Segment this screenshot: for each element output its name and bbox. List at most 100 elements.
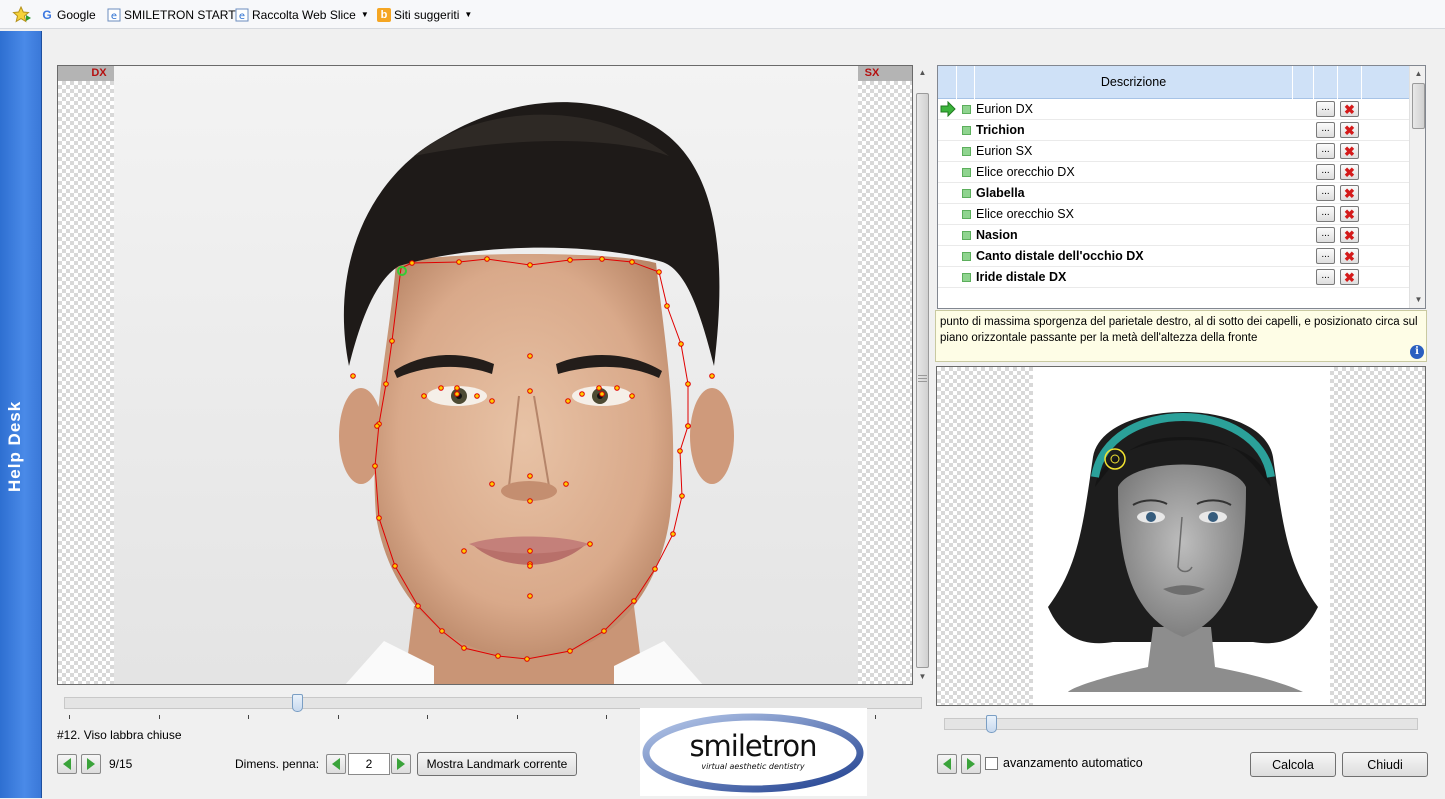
edit-landmark-button[interactable]: ... [1316, 143, 1335, 159]
edit-landmark-button[interactable]: ... [1316, 248, 1335, 264]
landmark-point[interactable] [596, 385, 602, 391]
landmark-point[interactable] [456, 259, 462, 265]
add-favorites-button[interactable] [12, 6, 32, 23]
landmark-point[interactable] [599, 256, 605, 262]
landmark-point[interactable] [484, 256, 490, 262]
viewer-scrollbar[interactable]: ▲ ▼ [914, 65, 931, 685]
landmark-point[interactable] [376, 515, 382, 521]
edit-landmark-button[interactable]: ... [1316, 122, 1335, 138]
patient-photo[interactable] [114, 66, 858, 684]
landmark-point[interactable] [439, 628, 445, 634]
delete-landmark-button[interactable]: ✖ [1340, 185, 1359, 201]
favorite-smiletron-start[interactable]: e SMILETRON START [107, 6, 236, 23]
landmark-point[interactable] [629, 259, 635, 265]
table-row[interactable]: Eurion DX... ✖ [938, 99, 1409, 120]
landmark-point[interactable] [454, 385, 460, 391]
landmark-point[interactable] [409, 260, 415, 266]
scroll-up-icon[interactable]: ▲ [914, 65, 931, 81]
landmark-point[interactable] [563, 481, 569, 487]
pen-size-input[interactable]: 2 [348, 753, 390, 775]
reference-slider-track[interactable] [944, 718, 1418, 730]
landmark-point[interactable] [587, 541, 593, 547]
table-row[interactable]: Nasion... ✖ [938, 225, 1409, 246]
chiudi-button[interactable]: Chiudi [1342, 752, 1428, 777]
next-step-button[interactable] [81, 754, 101, 774]
landmark-point[interactable] [670, 531, 676, 537]
table-row[interactable]: Iride distale DX... ✖ [938, 267, 1409, 288]
favorite-google[interactable]: G Google [40, 6, 95, 23]
landmark-point[interactable] [489, 481, 495, 487]
landmark-point[interactable] [495, 653, 501, 659]
landmark-point[interactable] [527, 353, 533, 359]
landmark-point[interactable] [350, 373, 356, 379]
image-slider-thumb[interactable] [292, 694, 303, 712]
landmark-point[interactable] [664, 303, 670, 309]
landmark-point[interactable] [527, 548, 533, 554]
landmark-point[interactable] [709, 373, 715, 379]
delete-landmark-button[interactable]: ✖ [1340, 164, 1359, 180]
delete-landmark-button[interactable]: ✖ [1340, 143, 1359, 159]
table-row[interactable]: Elice orecchio DX... ✖ [938, 162, 1409, 183]
landmark-point[interactable] [527, 388, 533, 394]
landmark-point[interactable] [454, 391, 460, 397]
landmark-point[interactable] [389, 338, 395, 344]
delete-landmark-button[interactable]: ✖ [1340, 269, 1359, 285]
help-desk-panel[interactable]: Help Desk [0, 31, 42, 798]
delete-landmark-button[interactable]: ✖ [1340, 101, 1359, 117]
landmark-point[interactable] [656, 269, 662, 275]
table-scroll-thumb[interactable] [1412, 83, 1425, 129]
landmark-point[interactable] [392, 563, 398, 569]
edit-landmark-button[interactable]: ... [1316, 164, 1335, 180]
landmark-point[interactable] [415, 603, 421, 609]
edit-landmark-button[interactable]: ... [1316, 101, 1335, 117]
face-viewer[interactable]: DX SX [57, 65, 913, 685]
scroll-up-icon[interactable]: ▲ [1410, 66, 1425, 82]
prev-step-button[interactable] [57, 754, 77, 774]
calcola-button[interactable]: Calcola [1250, 752, 1336, 777]
landmark-point[interactable] [383, 381, 389, 387]
landmark-point[interactable] [678, 341, 684, 347]
landmark-point[interactable] [527, 498, 533, 504]
table-row[interactable]: Glabella... ✖ [938, 183, 1409, 204]
landmark-point[interactable] [679, 493, 685, 499]
landmark-point[interactable] [685, 381, 691, 387]
prev-landmark-button[interactable] [937, 754, 957, 774]
landmark-point[interactable] [474, 393, 480, 399]
landmark-point[interactable] [652, 566, 658, 572]
landmark-point[interactable] [685, 423, 691, 429]
reference-slider-thumb[interactable] [986, 715, 997, 733]
landmark-point[interactable] [629, 393, 635, 399]
delete-landmark-button[interactable]: ✖ [1340, 206, 1359, 222]
landmark-point[interactable] [438, 385, 444, 391]
landmark-point[interactable] [461, 645, 467, 651]
scroll-down-icon[interactable]: ▼ [1410, 292, 1425, 308]
edit-landmark-button[interactable]: ... [1316, 227, 1335, 243]
landmark-point[interactable] [372, 463, 378, 469]
landmark-point[interactable] [489, 398, 495, 404]
table-row[interactable]: Trichion... ✖ [938, 120, 1409, 141]
table-scrollbar[interactable]: ▲ ▼ [1409, 66, 1425, 308]
edit-landmark-button[interactable]: ... [1316, 206, 1335, 222]
landmark-point[interactable] [461, 548, 467, 554]
landmark-point[interactable] [527, 593, 533, 599]
table-row[interactable]: Eurion SX... ✖ [938, 141, 1409, 162]
header-description[interactable]: Descrizione [975, 66, 1293, 99]
delete-landmark-button[interactable]: ✖ [1340, 227, 1359, 243]
table-row[interactable]: Elice orecchio SX... ✖ [938, 204, 1409, 225]
next-landmark-button[interactable] [961, 754, 981, 774]
table-row[interactable]: Canto distale dell'occhio DX... ✖ [938, 246, 1409, 267]
auto-advance-checkbox[interactable] [985, 757, 998, 770]
landmark-point[interactable] [601, 628, 607, 634]
delete-landmark-button[interactable]: ✖ [1340, 122, 1359, 138]
edit-landmark-button[interactable]: ... [1316, 185, 1335, 201]
info-icon[interactable]: i [1410, 345, 1424, 359]
favorite-siti-suggeriti[interactable]: b Siti suggeriti ▼ [377, 6, 472, 23]
scroll-down-icon[interactable]: ▼ [914, 669, 931, 685]
landmark-point[interactable] [527, 473, 533, 479]
pen-size-decrease-button[interactable] [326, 754, 346, 774]
landmark-point[interactable] [524, 656, 530, 662]
landmark-point[interactable] [614, 385, 620, 391]
delete-landmark-button[interactable]: ✖ [1340, 248, 1359, 264]
landmark-point[interactable] [527, 262, 533, 268]
landmark-point[interactable] [599, 391, 605, 397]
